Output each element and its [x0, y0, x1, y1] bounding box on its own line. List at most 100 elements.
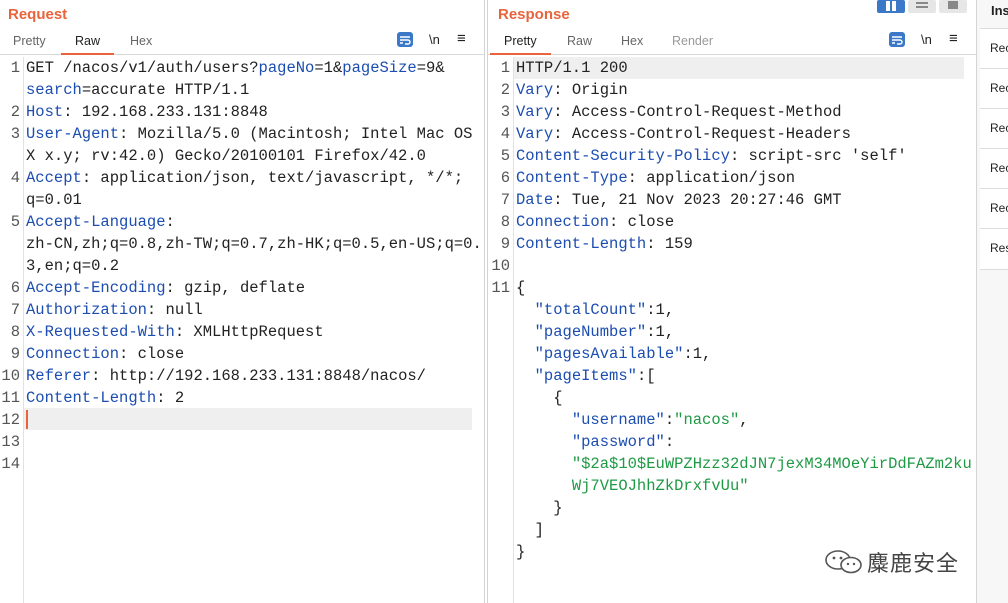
code-text: : application/json, text/javascript, */*…: [81, 169, 464, 187]
header-key: Date: [516, 191, 554, 209]
code-text: : Tue, 21 Nov 2023 20:27:46 GMT: [553, 191, 842, 209]
line-number: 6: [500, 169, 510, 187]
line-number: 13: [1, 433, 20, 451]
line-number: 11: [491, 279, 510, 297]
code-text: {: [516, 389, 563, 407]
code-text: 9: [426, 59, 436, 77]
inspector-section[interactable]: Rec: [980, 108, 1008, 149]
code-line: Vary: Origin: [516, 79, 628, 101]
split-vertical-icon[interactable]: [908, 0, 936, 13]
header-key: Authorization: [26, 301, 147, 319]
code-text: : close: [609, 213, 675, 231]
code-line: Vary: Access-Control-Request-Headers: [516, 123, 851, 145]
request-pane: Request Pretty Raw Hex \n ≡ 1 GET /nacos/…: [0, 0, 485, 603]
tab-request-hex[interactable]: Hex: [130, 34, 152, 48]
code-line: q=0.01: [26, 189, 82, 211]
tab-response-pretty[interactable]: Pretty: [490, 34, 551, 55]
code-text: : Mozilla/5.0 (Macintosh; Intel Mac OS: [119, 125, 473, 143]
header-key: Content-Type: [516, 169, 628, 187]
header-key: "pageItems": [534, 367, 637, 385]
header-key: Accept: [26, 169, 82, 187]
code-text: : null: [146, 301, 203, 319]
code-line: "pageNumber":1,: [516, 321, 675, 343]
code-text: :[: [636, 367, 656, 385]
code-text: :: [165, 213, 175, 231]
request-title: Request: [8, 6, 68, 23]
code-text: : gzip, deflate: [165, 279, 306, 297]
line-number: 14: [1, 455, 20, 473]
header-key: Content-Length: [26, 389, 157, 407]
code-text: HTTP/1.1: [165, 81, 250, 99]
inspector-section[interactable]: Rec: [980, 28, 1008, 69]
request-menu-icon[interactable]: ≡: [457, 30, 466, 47]
show-newlines-button[interactable]: \n: [429, 32, 440, 47]
code-text: HTTP/1.1 200: [516, 59, 628, 77]
code-line: Content-Security-Policy: script-src 'sel…: [516, 145, 907, 167]
line-number: 2: [500, 81, 510, 99]
code-text: : XMLHttpRequest: [174, 323, 324, 341]
inspector-section-label: Rec: [990, 161, 1008, 175]
code-line: Content-Length: 159: [516, 233, 693, 255]
tab-request-pretty[interactable]: Pretty: [13, 34, 46, 48]
code-line: User-Agent: Mozilla/5.0 (Macintosh; Inte…: [26, 123, 472, 145]
line-number: 10: [1, 367, 20, 385]
line-number: 7: [10, 301, 20, 319]
code-text: : Access-Control-Request-Method: [553, 103, 842, 121]
inspector-title: Ins: [991, 3, 1008, 18]
code-text: : Origin: [553, 81, 628, 99]
inspector-section[interactable]: Rec: [980, 68, 1008, 109]
code-line: GET /nacos/v1/auth/users?pageNo=1&pageSi…: [26, 57, 445, 79]
watermark: 麋鹿安全: [823, 546, 959, 578]
split-horizontal-icon[interactable]: [877, 0, 905, 13]
inspector-section[interactable]: Res: [980, 228, 1008, 270]
inspector-section[interactable]: Rec: [980, 148, 1008, 189]
code-line: "$2a$10$EuWPZHzz32dJN7jexM34MOeYirDdFAZm…: [516, 453, 972, 475]
wechat-icon: [825, 550, 862, 574]
inspector-section[interactable]: Rec: [980, 188, 1008, 229]
code-text: 1: [323, 59, 333, 77]
code-text: =: [314, 59, 324, 77]
header-key: Connection: [26, 345, 120, 363]
response-pane: Response Pretty Raw Hex Render \n ≡ 1 HTT…: [487, 0, 977, 603]
wrap-lines-icon[interactable]: [397, 32, 413, 47]
line-number: 5: [10, 213, 20, 231]
code-text: &: [332, 59, 343, 77]
tab-request-raw[interactable]: Raw: [60, 34, 115, 55]
code-text: ,: [739, 411, 749, 429]
tab-response-hex[interactable]: Hex: [621, 34, 643, 48]
line-number: 6: [10, 279, 20, 297]
code-line: Accept-Encoding: gzip, deflate: [26, 277, 305, 299]
show-newlines-button[interactable]: \n: [921, 32, 932, 47]
header-key: "pageNumber": [534, 323, 647, 341]
wrap-lines-icon[interactable]: [889, 32, 905, 47]
line-number: 4: [500, 125, 510, 143]
header-key: X-Requested-With: [26, 323, 175, 341]
code-text: accurate: [91, 81, 166, 99]
code-line: ]: [516, 519, 544, 541]
response-menu-icon[interactable]: ≡: [949, 30, 958, 47]
code-text: :1,: [646, 323, 675, 341]
header-key: pageNo: [258, 59, 315, 77]
inspector-panel: Ins Rec Rec Rec Rec Rec Res: [977, 0, 1008, 603]
string-value: Wj7VEOJhhZkDrxfvUu": [571, 477, 749, 495]
code-line: search=accurate HTTP/1.1: [26, 79, 249, 101]
code-text: : 2: [156, 389, 185, 407]
code-text: &: [435, 59, 445, 77]
code-text: X x.y; rv:42.0) Gecko/20100101 Firefox/4…: [26, 147, 426, 165]
tabs-layout-icon[interactable]: [939, 0, 967, 13]
line-number: 8: [500, 213, 510, 231]
code-line: Content-Length: 2: [26, 387, 184, 409]
header-key: "pagesAvailable": [534, 345, 684, 363]
code-text: : 159: [646, 235, 693, 253]
code-line: Connection: close: [516, 211, 674, 233]
tab-response-render[interactable]: Render: [672, 34, 713, 48]
tab-response-raw[interactable]: Raw: [567, 34, 592, 48]
inspector-section-label: Rec: [990, 201, 1008, 215]
header-key: "totalCount": [534, 301, 647, 319]
text-cursor: [26, 410, 28, 429]
line-number: 2: [10, 103, 20, 121]
